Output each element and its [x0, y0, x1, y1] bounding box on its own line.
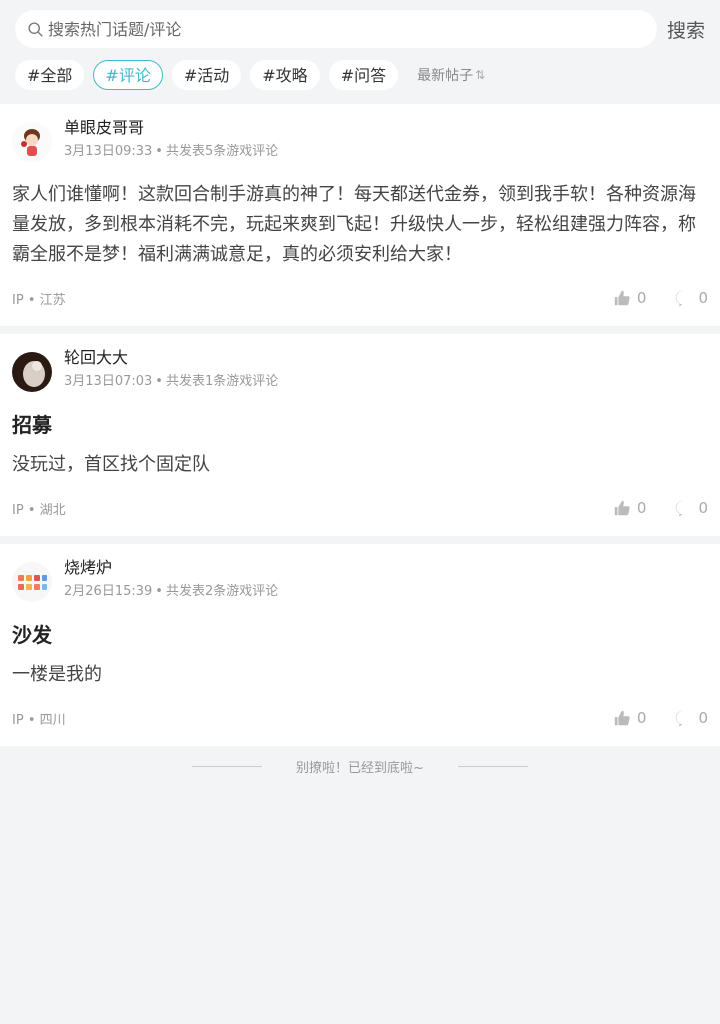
like-button[interactable]: 0: [613, 289, 647, 307]
sort-toggle[interactable]: 最新帖子 ⇅: [417, 65, 485, 85]
comment-count: 0: [698, 499, 708, 517]
avatar[interactable]: [12, 352, 52, 392]
thumbs-up-icon: [614, 290, 630, 306]
ip-region: 江苏: [39, 292, 66, 308]
divider: [457, 765, 528, 767]
tag-qa[interactable]: #问答: [328, 60, 399, 90]
avatar-cartoon-icon: [12, 122, 52, 162]
comment-bubble-icon: [676, 290, 689, 307]
like-button[interactable]: 0: [613, 499, 647, 517]
post-meta: 3月13日09:33 • 共发表5条游戏评论: [64, 144, 278, 160]
divider: [192, 765, 263, 767]
ip-label: IP: [12, 712, 24, 728]
post-footer: IP • 湖北 0 0: [12, 480, 708, 536]
tag-all[interactable]: #全部: [15, 60, 85, 90]
post-title[interactable]: 沙发: [12, 620, 708, 650]
review-count: 共发表5条游戏评论: [165, 144, 279, 159]
avatar-photo-icon: [12, 352, 52, 392]
post-header: 烧烤炉 2月26日15:39 • 共发表2条游戏评论: [12, 558, 708, 606]
post-card[interactable]: 烧烤炉 2月26日15:39 • 共发表2条游戏评论 沙发 一楼是我的 IP • 四…: [0, 544, 720, 746]
search-icon: [28, 21, 43, 37]
user-meta: 轮回大大 3月13日07:03 • 共发表1条游戏评论: [64, 348, 278, 390]
tag-review[interactable]: #评论: [93, 60, 163, 90]
meta-separator: •: [155, 144, 163, 159]
post-body[interactable]: 一楼是我的: [12, 660, 708, 690]
comment-button[interactable]: 0: [674, 289, 708, 307]
comment-button[interactable]: 0: [674, 709, 708, 727]
sort-arrows-icon: ⇅: [475, 68, 486, 82]
post-footer: IP • 四川 0 0: [12, 690, 708, 746]
post-actions: 0 0: [585, 289, 708, 307]
post-body[interactable]: 没玩过，首区找个固定队: [12, 450, 708, 480]
like-count: 0: [636, 499, 647, 517]
search-input[interactable]: [48, 10, 657, 48]
tag-guide[interactable]: #攻略: [250, 60, 320, 90]
comment-button[interactable]: 0: [674, 499, 708, 517]
post-meta: 2月26日15:39 • 共发表2条游戏评论: [64, 584, 278, 600]
sort-label: 最新帖子: [417, 68, 474, 84]
like-count: 0: [636, 709, 647, 727]
post-header: 单眼皮哥哥 3月13日09:33 • 共发表5条游戏评论: [12, 118, 708, 166]
post-time: 2月26日15:39: [64, 584, 153, 599]
like-button[interactable]: 0: [613, 709, 647, 727]
top-bar: 搜索 #全部 #评论 #活动 #攻略 #问答 最新帖子 ⇅: [0, 0, 720, 104]
post-meta: 3月13日07:03 • 共发表1条游戏评论: [64, 374, 278, 390]
avatar[interactable]: [12, 122, 52, 162]
comment-bubble-icon: [676, 500, 689, 517]
meta-separator: •: [155, 584, 163, 599]
ip-location: IP • 江苏: [12, 292, 66, 308]
search-box[interactable]: [15, 10, 657, 48]
like-count: 0: [636, 289, 647, 307]
comment-count: 0: [698, 709, 708, 727]
avatar-app-grid-icon: [12, 562, 52, 602]
user-meta: 烧烤炉 2月26日15:39 • 共发表2条游戏评论: [64, 558, 278, 600]
review-count: 共发表2条游戏评论: [165, 584, 279, 599]
post-body[interactable]: 家人们谁懂啊！这款回合制手游真的神了！每天都送代金券，领到我手软！各种资源海量发…: [12, 180, 708, 270]
ip-region: 四川: [39, 712, 66, 728]
search-button[interactable]: 搜索: [667, 16, 705, 43]
username[interactable]: 单眼皮哥哥: [64, 118, 278, 138]
ip-location: IP • 四川: [12, 712, 66, 728]
username[interactable]: 烧烤炉: [64, 558, 278, 578]
post-title[interactable]: 招募: [12, 410, 708, 440]
comment-bubble-icon: [676, 710, 689, 727]
post-actions: 0 0: [585, 709, 708, 727]
post-time: 3月13日09:33: [64, 144, 153, 159]
comment-count: 0: [698, 289, 708, 307]
meta-separator: •: [155, 374, 163, 389]
thumbs-up-icon: [614, 500, 630, 516]
review-count: 共发表1条游戏评论: [165, 374, 279, 389]
search-row: 搜索: [15, 10, 708, 48]
user-meta: 单眼皮哥哥 3月13日09:33 • 共发表5条游戏评论: [64, 118, 278, 160]
username[interactable]: 轮回大大: [64, 348, 278, 368]
ip-location: IP • 湖北: [12, 502, 66, 518]
post-time: 3月13日07:03: [64, 374, 153, 389]
end-text: 别撩啦！已经到底啦~: [296, 760, 424, 776]
end-of-list: 别撩啦！已经到底啦~: [0, 746, 720, 786]
ip-label: IP: [12, 292, 24, 308]
post-footer: IP • 江苏 0 0: [12, 270, 708, 326]
post-header: 轮回大大 3月13日07:03 • 共发表1条游戏评论: [12, 348, 708, 396]
post-actions: 0 0: [585, 499, 708, 517]
tag-event[interactable]: #活动: [171, 60, 242, 90]
ip-label: IP: [12, 502, 24, 518]
post-card[interactable]: 轮回大大 3月13日07:03 • 共发表1条游戏评论 招募 没玩过，首区找个固定队…: [0, 334, 720, 536]
post-card[interactable]: 单眼皮哥哥 3月13日09:33 • 共发表5条游戏评论 家人们谁懂啊！这款回合制手…: [0, 104, 720, 326]
ip-region: 湖北: [39, 502, 66, 518]
avatar[interactable]: [12, 562, 52, 602]
thumbs-up-icon: [614, 710, 630, 726]
topic-tags: #全部 #评论 #活动 #攻略 #问答 最新帖子 ⇅: [15, 59, 708, 91]
